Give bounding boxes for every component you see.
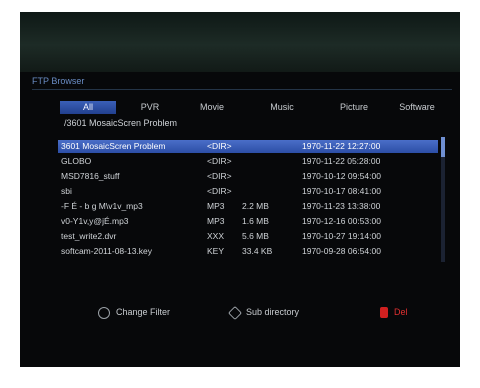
file-date: 1970-10-27 19:14:00 [302,231,381,241]
file-type: MP3 [207,201,225,211]
file-row[interactable]: 3601 MosaicScren Problem <DIR> 1970-11-2… [58,140,438,153]
navigate-key-icon [227,305,243,320]
file-name: sbi [61,186,72,196]
file-date: 1970-12-16 00:53:00 [302,216,381,226]
file-name: test_write2.dvr [61,231,117,241]
file-list: 3601 MosaicScren Problem <DIR> 1970-11-2… [58,140,438,260]
file-row[interactable]: -F É - b g M\v1v_mp3 MP3 2.2 MB 1970-11-… [58,200,438,213]
change-filter-label: Change Filter [116,307,171,317]
scrollbar[interactable] [441,137,445,262]
file-row[interactable]: sbi <DIR> 1970-10-17 08:41:00 [58,185,438,198]
file-date: 1970-10-12 09:54:00 [302,171,381,181]
tab-movie[interactable]: Movie [192,101,232,114]
file-date: 1970-10-17 08:41:00 [302,186,381,196]
file-date: 1970-11-22 05:28:00 [302,156,381,166]
file-type: <DIR> [207,186,232,196]
tab-all[interactable]: All [60,101,116,114]
file-row[interactable]: softcam-2011-08-13.key KEY 33.4 KB 1970-… [58,245,438,258]
file-size: 1.6 MB [242,216,269,226]
file-type: MP3 [207,216,225,226]
file-size: 33.4 KB [242,246,273,256]
delete-button[interactable]: Del [380,305,408,319]
tab-music[interactable]: Music [262,101,302,114]
file-name: 3601 MosaicScren Problem [61,141,166,151]
file-name: -F É - b g M\v1v_mp3 [61,201,143,211]
file-type: <DIR> [207,171,232,181]
filter-key-icon [98,306,110,319]
file-type: XXX [207,231,225,241]
file-date: 1970-11-23 13:38:00 [302,201,381,211]
file-type: <DIR> [207,141,232,151]
scrollbar-thumb[interactable] [441,137,445,157]
sub-directory-label: Sub directory [246,307,300,317]
file-type: KEY [207,246,225,256]
file-row[interactable]: v0-Y1v,y@jÉ.mp3 MP3 1.6 MB 1970-12-16 00… [58,215,438,228]
file-name: GLOBO [61,156,92,166]
screen-title: FTP Browser [32,76,85,86]
file-row[interactable]: test_write2.dvr XXX 5.6 MB 1970-10-27 19… [58,230,438,243]
file-row[interactable]: MSD7816_stuff <DIR> 1970-10-12 09:54:00 [58,170,438,183]
tab-software[interactable]: Software [392,101,442,114]
tv-screen: FTP Browser All PVR Movie Music Picture … [20,12,460,367]
file-size: 5.6 MB [242,231,269,241]
file-name: softcam-2011-08-13.key [61,246,153,256]
file-date: 1970-11-22 12:27:00 [302,141,381,151]
file-size: 2.2 MB [242,201,269,211]
sub-directory-button[interactable]: Sub directory [227,305,300,320]
top-banner [20,12,460,72]
file-type: <DIR> [207,156,232,166]
title-divider [32,89,452,90]
change-filter-button[interactable]: Change Filter [98,305,170,319]
current-path: /3601 MosaicScren Problem [64,118,178,128]
red-key-icon [380,307,388,319]
file-date: 1970-09-28 06:54:00 [302,246,381,256]
file-name: MSD7816_stuff [61,171,120,181]
file-name: v0-Y1v,y@jÉ.mp3 [61,216,129,226]
file-row[interactable]: GLOBO <DIR> 1970-11-22 05:28:00 [58,155,438,168]
tab-pvr[interactable]: PVR [130,101,170,114]
tab-picture[interactable]: Picture [332,101,376,114]
delete-label: Del [394,307,408,317]
